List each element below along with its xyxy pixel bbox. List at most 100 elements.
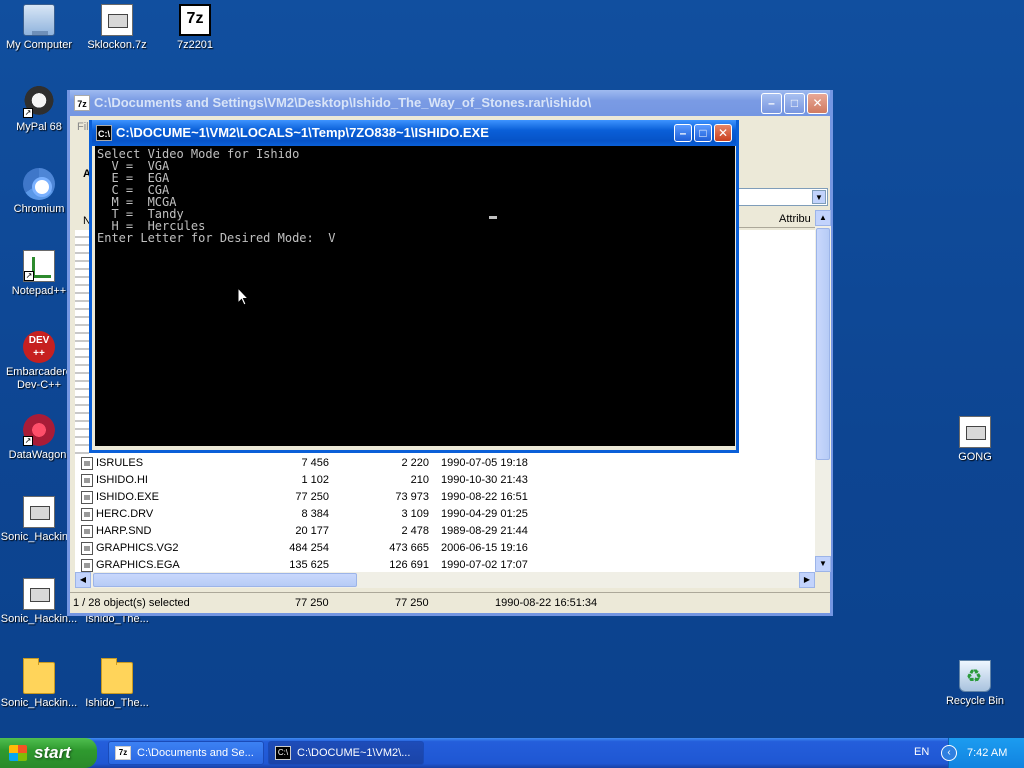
cell-modified: 1990-04-29 01:25 [441,508,528,520]
console-close-button[interactable]: ✕ [714,124,732,142]
vertical-scrollbar[interactable]: ▲ ▼ [815,210,831,572]
console-titlebar[interactable]: C:\ C:\DOCUME~1\VM2\LOCALS~1\Temp\7ZO838… [92,120,736,146]
cell-name: ISRULES [96,457,144,469]
table-row[interactable]: HERC.DRV 8 384 3 109 1990-04-29 01:25 [75,506,815,523]
horizontal-scrollbar[interactable]: ◀ ▶ [75,572,815,588]
taskbar-item-console[interactable]: C:\ C:\DOCUME~1\VM2\... [268,741,424,765]
desktop-icon-label: 7z2201 [176,39,214,51]
file-icon [81,508,93,521]
file-icon [81,559,93,572]
status-bar: 1 / 28 object(s) selected 77 250 77 250 … [70,592,830,613]
path-combobox[interactable]: ▼ [735,188,828,206]
cell-size: 484 254 [289,542,329,554]
minimize-icon: – [768,96,775,110]
desktop-icon-my-computer[interactable]: My Computer [0,4,78,52]
console-window: C:\ C:\DOCUME~1\VM2\LOCALS~1\Temp\7ZO838… [89,120,739,453]
notepad-icon: ↗ [23,250,55,282]
clock[interactable]: 7:42 AM [967,738,1007,768]
cell-modified: 1990-08-22 16:51 [441,491,528,503]
cell-packed: 210 [410,474,429,486]
table-row[interactable]: GRAPHICS.VG2 484 254 473 665 2006-06-15 19:… [75,540,815,557]
status-size: 77 250 [295,597,329,609]
console-output[interactable]: Select Video Mode for Ishido V = VGA E =… [95,146,735,446]
cell-name: GRAPHICS.VG2 [96,542,179,554]
cell-size: 20 177 [295,525,329,537]
7zip-window-icon: 7z [74,95,90,111]
recycle-bin-icon [959,660,991,692]
minimize-button[interactable]: – [761,93,782,114]
devcpp-icon: DEV ++ [23,331,55,363]
taskbar-item-explorer[interactable]: 7z C:\Documents and Se... [108,741,264,765]
7zip-taskbar-icon: 7z [115,746,131,760]
desktop-icon-ishido-folder[interactable]: Ishido_The... [78,658,156,710]
desktop-icon-gong[interactable]: GONG [936,416,1014,464]
desktop-icon-recycle-bin[interactable]: Recycle Bin [936,660,1014,708]
cell-size: 1 102 [301,474,329,486]
hscrollbar-thumb[interactable] [93,573,357,587]
cell-packed: 3 109 [401,508,429,520]
file-list-icon-column [75,230,89,454]
desktop-icon-sklockon[interactable]: Sklockon.7z [78,4,156,52]
desktop-icon-7z2201[interactable]: 7z 7z2201 [156,4,234,52]
desktop-icon-sonic-folder[interactable]: Sonic_Hackin... [0,658,78,710]
scroll-up-icon[interactable]: ▲ [815,210,831,226]
taskbar-item-label: C:\Documents and Se... [137,747,254,759]
desktop-icon-label: Ishido_The... [85,697,149,709]
maximize-button[interactable]: □ [784,93,805,114]
console-window-icon: C:\ [96,125,112,141]
tray-expand-icon[interactable]: ‹ [941,745,957,761]
status-modified: 1990-08-22 16:51:34 [495,597,598,609]
console-line: V = VGA [97,159,170,173]
scroll-left-icon[interactable]: ◀ [75,572,91,588]
taskbar: start 7z C:\Documents and Se... C:\ C:\D… [0,738,1024,768]
explorer-title: C:\Documents and Settings\VM2\Desktop\Is… [94,95,592,110]
console-line: Select Video Mode for Ishido [97,147,300,161]
7zip-icon: 7z [179,4,211,36]
file-icon [81,542,93,555]
table-row[interactable]: ISHIDO.EXE 77 250 73 973 1990-08-22 16:51 [75,489,815,506]
cell-packed: 473 665 [389,542,429,554]
windows-logo-icon [9,745,27,761]
table-row[interactable]: ISHIDO.HI 1 102 210 1990-10-30 21:43 [75,472,815,489]
file-icon [959,416,991,448]
status-selection: 1 / 28 object(s) selected [73,597,190,609]
file-icon [23,496,55,528]
language-indicator[interactable]: EN [914,746,929,758]
cell-modified: 1990-07-05 19:18 [441,457,528,469]
file-icon [81,525,93,538]
datawagon-icon: ↗ [23,414,55,446]
file-icon [81,474,93,487]
cell-packed: 2 220 [401,457,429,469]
console-line: Enter Letter for Desired Mode: V [97,231,336,245]
console-taskbar-icon: C:\ [275,746,291,760]
cell-packed: 73 973 [395,491,429,503]
desktop-icon-label: Recycle Bin [945,695,1005,707]
cell-modified: 1990-10-30 21:43 [441,474,528,486]
menu-file[interactable]: Fil [77,121,89,133]
mouse-pointer-icon [237,287,249,306]
start-button[interactable]: start [0,738,97,768]
cell-name: ISHIDO.EXE [96,491,159,503]
scrollbar-thumb[interactable] [816,228,830,460]
folder-icon [23,658,55,694]
console-minimize-button[interactable]: – [674,124,692,142]
console-line: E = EGA [97,171,170,185]
scroll-right-icon[interactable]: ▶ [799,572,815,588]
folder-icon [101,658,133,694]
chevron-down-icon[interactable]: ▼ [812,190,826,204]
table-row[interactable]: ISRULES 7 456 2 220 1990-07-05 19:18 [75,455,815,472]
cell-modified: 2006-06-15 19:16 [441,542,528,554]
shortcut-arrow-icon: ↗ [24,271,34,281]
shortcut-arrow-icon: ↗ [23,436,33,446]
column-header-attributes[interactable]: Attribu [735,210,815,228]
explorer-titlebar[interactable]: 7z C:\Documents and Settings\VM2\Desktop… [70,90,830,116]
close-button[interactable]: ✕ [807,93,828,114]
scroll-down-icon[interactable]: ▼ [815,556,831,572]
system-tray: ‹ 7:42 AM [941,738,1024,768]
desktop-icon-label: GONG [958,451,992,463]
table-row[interactable]: HARP.SND 20 177 2 478 1989-08-29 21:44 [75,523,815,540]
console-maximize-button[interactable]: □ [694,124,712,142]
chromium-icon [23,168,55,200]
desktop-icon-label: Sklockon.7z [87,39,147,51]
file-icon [81,491,93,504]
